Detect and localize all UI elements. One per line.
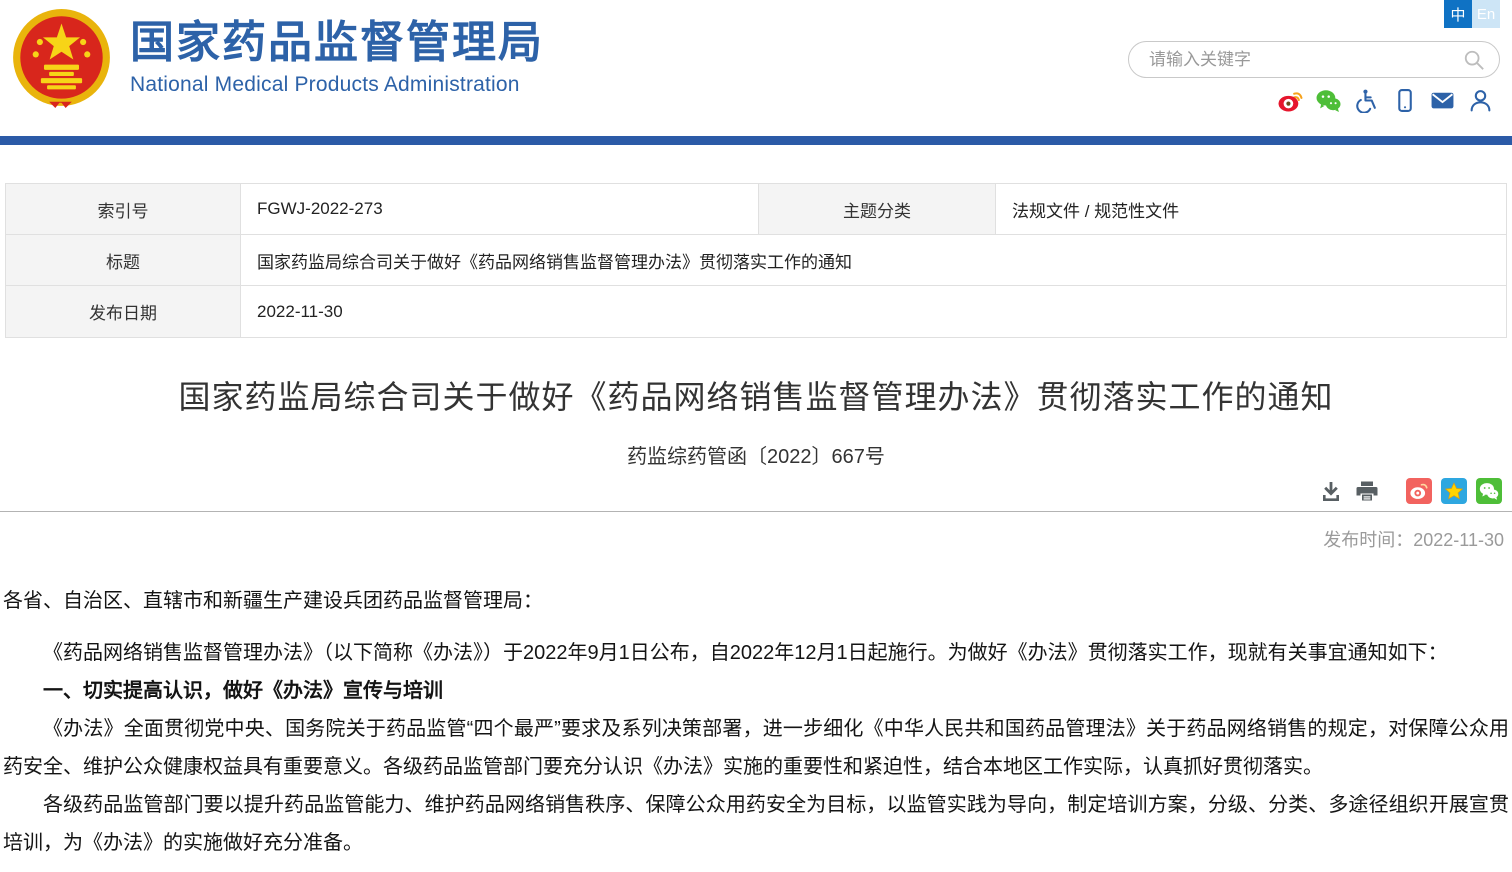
site-subtitle: National Medical Products Administration [130, 73, 544, 97]
lang-chinese-button[interactable]: 中 [1444, 0, 1472, 28]
meta-label-date: 发布日期 [6, 286, 241, 337]
publish-time-label: 发布时间： [1323, 530, 1413, 550]
header-divider-bar [0, 136, 1512, 145]
site-header: 国家药品监督管理局 National Medical Products Admi… [0, 0, 1512, 136]
meta-value-category: 法规文件 / 规范性文件 [996, 184, 1506, 235]
national-emblem-icon [10, 7, 113, 110]
download-icon[interactable] [1318, 478, 1344, 504]
meta-value-index: FGWJ-2022-273 [241, 184, 759, 235]
header-icon-row [1278, 88, 1493, 113]
brand-text: 国家药品监督管理局 National Medical Products Admi… [130, 7, 544, 97]
share-qzone-icon[interactable] [1441, 478, 1467, 504]
article-body: 各省、自治区、直辖市和新疆生产建设兵团药品监督管理局： 《药品网络销售监督管理办… [3, 582, 1509, 862]
body-paragraph: 各级药品监管部门要以提升药品监管能力、维护药品网络销售秩序、保障公众用药安全为目… [3, 786, 1509, 862]
user-icon[interactable] [1468, 88, 1493, 113]
horizontal-divider [0, 511, 1512, 512]
body-section-heading: 一、切实提高认识，做好《办法》宣传与培训 [3, 672, 1509, 710]
page: 国家药品监督管理局 National Medical Products Admi… [0, 0, 1512, 872]
publish-time-value: 2022-11-30 [1413, 530, 1504, 550]
accessibility-icon[interactable] [1354, 88, 1379, 113]
meta-value-date: 2022-11-30 [241, 286, 1506, 337]
document-number: 药监综药管函〔2022〕667号 [0, 440, 1512, 469]
share-weibo-icon[interactable] [1406, 478, 1432, 504]
body-paragraph-intro: 《药品网络销售监督管理办法》（以下简称《办法》）于2022年9月1日公布，自20… [3, 634, 1509, 672]
share-wechat-icon[interactable] [1476, 478, 1502, 504]
site-title: 国家药品监督管理局 [130, 17, 544, 69]
article-toolbar [1308, 478, 1502, 504]
meta-label-title: 标题 [6, 235, 241, 286]
language-switcher: 中 En [1444, 0, 1500, 28]
meta-label-category: 主题分类 [759, 184, 996, 235]
mobile-icon[interactable] [1392, 88, 1417, 113]
search-box [1128, 41, 1500, 78]
meta-value-title: 国家药监局综合司关于做好《药品网络销售监督管理办法》贯彻落实工作的通知 [241, 235, 1506, 286]
site-logo-link[interactable]: 国家药品监督管理局 National Medical Products Admi… [10, 7, 544, 110]
body-paragraph: 《办法》全面贯彻党中央、国务院关于药品监管“四个最严”要求及系列决策部署，进一步… [3, 710, 1509, 786]
document-meta-table: 索引号 FGWJ-2022-273 主题分类 法规文件 / 规范性文件 标题 国… [5, 183, 1507, 338]
article-title: 国家药监局综合司关于做好《药品网络销售监督管理办法》贯彻落实工作的通知 [0, 372, 1512, 418]
print-icon[interactable] [1354, 478, 1380, 504]
weibo-icon[interactable] [1278, 88, 1303, 113]
wechat-icon[interactable] [1316, 88, 1341, 113]
search-icon[interactable] [1463, 49, 1485, 71]
search-input[interactable] [1149, 50, 1463, 70]
lang-english-button[interactable]: En [1472, 0, 1500, 28]
body-paragraph-salutation: 各省、自治区、直辖市和新疆生产建设兵团药品监督管理局： [3, 582, 1509, 620]
mail-icon[interactable] [1430, 88, 1455, 113]
publish-time: 发布时间：2022-11-30 [1323, 526, 1504, 552]
meta-label-index: 索引号 [6, 184, 241, 235]
